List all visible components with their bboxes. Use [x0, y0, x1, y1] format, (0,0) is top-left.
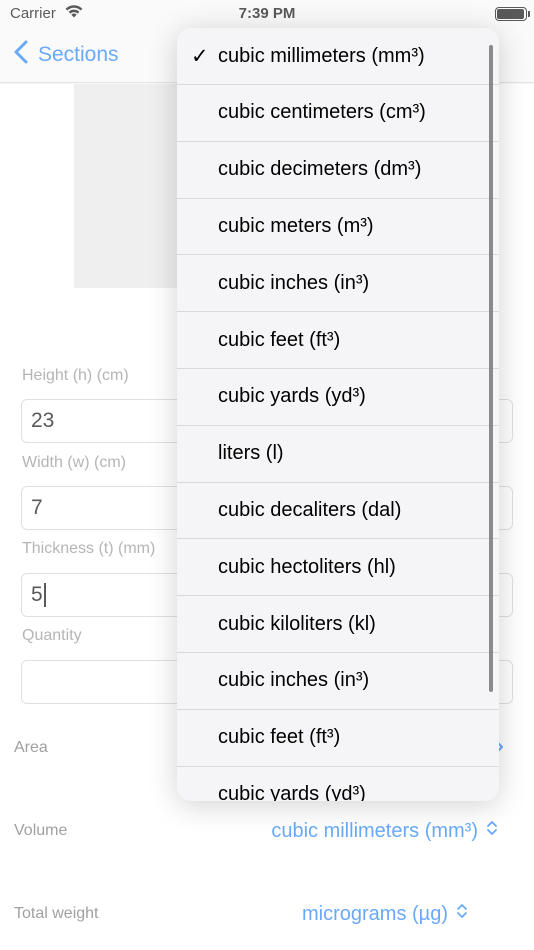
- menu-scroll-indicator[interactable]: [489, 45, 493, 692]
- menu-item-label: cubic feet (ft³): [218, 328, 341, 351]
- menu-item-label: cubic inches (in³): [218, 669, 370, 692]
- menu-item[interactable]: liters (l): [177, 426, 499, 483]
- menu-item-label: cubic inches (in³): [218, 271, 370, 294]
- menu-item-label: liters (l): [218, 442, 284, 465]
- menu-item-label: cubic centimeters (cm³): [218, 101, 426, 124]
- menu-item[interactable]: cubic centimeters (cm³): [177, 85, 499, 142]
- menu-item[interactable]: ✓ cubic millimeters (mm³): [177, 28, 499, 85]
- menu-item[interactable]: cubic yards (yd³): [177, 766, 499, 801]
- menu-item-label: cubic meters (m³): [218, 214, 374, 237]
- menu-item-label: cubic yards (yd³): [218, 782, 366, 801]
- menu-item[interactable]: cubic feet (ft³): [177, 312, 499, 369]
- menu-item[interactable]: cubic meters (m³): [177, 198, 499, 256]
- menu-item[interactable]: cubic feet (ft³): [177, 710, 499, 767]
- menu-item-label: cubic feet (ft³): [218, 726, 341, 749]
- menu-item-label: cubic yards (yd³): [218, 385, 366, 408]
- menu-item[interactable]: cubic decimeters (dm³): [177, 142, 499, 199]
- menu-item[interactable]: cubic yards (yd³): [177, 369, 499, 426]
- menu-item[interactable]: cubic hectoliters (hl): [177, 539, 499, 597]
- menu-item-label: cubic hectoliters (hl): [218, 555, 396, 578]
- menu-item[interactable]: cubic kiloliters (kl): [177, 596, 499, 653]
- menu-item-label: cubic decaliters (dal): [218, 498, 402, 521]
- menu-item-label: cubic decimeters (dm³): [218, 158, 422, 181]
- menu-item[interactable]: cubic inches (in³): [177, 255, 499, 313]
- menu-item[interactable]: cubic inches (in³): [177, 653, 499, 710]
- menu-item[interactable]: cubic decaliters (dal): [177, 482, 499, 540]
- menu-item-label: cubic millimeters (mm³): [218, 44, 425, 67]
- checkmark-icon: ✓: [191, 44, 209, 68]
- unit-dropdown-menu: ✓ cubic millimeters (mm³) cubic centimeter…: [177, 28, 499, 801]
- menu-item-label: cubic kiloliters (kl): [218, 612, 376, 635]
